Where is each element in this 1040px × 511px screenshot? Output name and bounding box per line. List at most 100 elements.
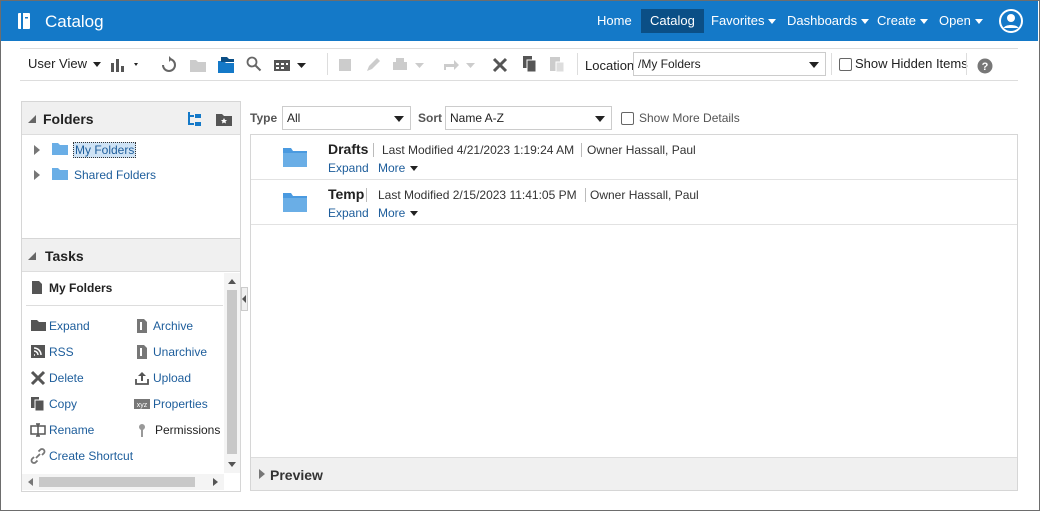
tree-item-shared-folders[interactable]: Shared Folders — [74, 168, 156, 182]
delete-icon[interactable] — [491, 56, 509, 74]
scroll-thumb[interactable] — [39, 477, 195, 487]
type-label: Type — [250, 111, 278, 125]
task-label: Create Shortcut — [49, 449, 134, 463]
collapse-icon[interactable] — [28, 252, 36, 260]
chevron-down-icon — [809, 62, 819, 68]
document-icon — [32, 281, 42, 294]
toolbar-separator — [327, 53, 328, 75]
folder-icon — [52, 143, 68, 155]
expand-link[interactable]: Expand — [328, 206, 369, 220]
collapse-left-icon[interactable] — [242, 295, 246, 303]
panel-splitter[interactable] — [241, 287, 248, 311]
folder-icon[interactable] — [282, 191, 308, 213]
item-owner: Owner Hassall, Paul — [590, 188, 699, 202]
type-select[interactable]: All — [282, 106, 411, 130]
expand-link[interactable]: Expand — [328, 161, 369, 175]
folder-tree-icon[interactable] — [187, 111, 203, 127]
tasks-panel-title: Tasks — [45, 248, 84, 264]
task-label: Copy — [49, 397, 78, 411]
list-item: Drafts Last Modified 4/21/2023 1:19:24 AM… — [251, 135, 1017, 180]
share-icon — [444, 60, 475, 70]
app-title: Catalog — [45, 12, 104, 31]
help-icon[interactable]: ? — [977, 58, 993, 74]
location-value: /My Folders — [638, 57, 701, 71]
nav-open-label: Open — [939, 13, 971, 28]
view-options-icon[interactable] — [273, 57, 307, 73]
collapse-icon[interactable] — [28, 115, 36, 123]
chevron-down-icon — [93, 62, 102, 68]
print-icon — [393, 58, 424, 70]
expand-arrow-icon[interactable] — [34, 145, 40, 155]
divider — [366, 188, 367, 202]
task-label: Expand — [49, 319, 90, 333]
new-item-icon[interactable] — [110, 57, 140, 73]
nav-favorites[interactable]: Favorites — [711, 13, 777, 28]
scroll-up-icon[interactable] — [228, 279, 236, 284]
new-folder-icon[interactable] — [215, 112, 233, 127]
scroll-thumb[interactable] — [227, 290, 237, 454]
more-menu[interactable]: More — [378, 206, 419, 220]
refresh-icon[interactable] — [160, 56, 178, 74]
show-more-details-checkbox[interactable] — [621, 112, 634, 125]
folder-icon[interactable] — [282, 146, 308, 168]
owner-label: Owner — [590, 188, 626, 202]
preview-bar[interactable]: Preview — [251, 457, 1017, 490]
scroll-left-icon[interactable] — [28, 478, 33, 486]
modified-label: Last Modified — [378, 188, 450, 202]
svg-text:?: ? — [982, 61, 989, 73]
scroll-right-icon[interactable] — [213, 478, 218, 486]
unarchive-icon — [137, 345, 147, 359]
chevron-down-icon — [394, 116, 404, 122]
divider — [26, 305, 223, 306]
task-label: Properties — [153, 397, 208, 411]
item-name[interactable]: Temp — [328, 186, 364, 202]
type-value: All — [287, 111, 301, 125]
folders-icon[interactable] — [217, 56, 235, 74]
chevron-down-icon — [768, 19, 777, 25]
show-hidden-checkbox[interactable] — [839, 58, 852, 71]
more-menu[interactable]: More — [378, 161, 419, 175]
toolbar-separator — [966, 53, 967, 75]
more-label: More — [378, 206, 406, 220]
scroll-down-icon[interactable] — [228, 462, 236, 467]
item-modified: Last Modified 4/21/2023 1:19:24 AM — [382, 143, 574, 157]
toolbar-separator — [831, 53, 832, 75]
copy-icon — [31, 397, 45, 412]
item-name[interactable]: Drafts — [328, 141, 368, 157]
app-header: Catalog Home Catalog Favorites Dashboard… — [1, 1, 1038, 41]
user-avatar-icon[interactable] — [999, 9, 1023, 33]
task-label: Upload — [153, 371, 192, 385]
nav-home[interactable]: Home — [597, 13, 632, 28]
divider — [585, 188, 586, 202]
list-item: Temp Last Modified 2/15/2023 11:41:05 PM O… — [251, 180, 1017, 225]
tree-item-my-folders[interactable]: My Folders — [73, 142, 137, 158]
sort-select[interactable]: Name A-Z — [445, 106, 612, 130]
nav-catalog[interactable]: Catalog — [641, 9, 704, 33]
rename-icon — [30, 423, 46, 437]
chevron-down-icon — [410, 166, 419, 172]
nav-open[interactable]: Open — [939, 13, 983, 28]
nav-dashboards[interactable]: Dashboards — [787, 13, 870, 28]
location-select[interactable]: /My Folders — [633, 52, 826, 76]
user-view-menu[interactable]: User View — [28, 56, 102, 71]
chevron-down-icon — [410, 211, 419, 217]
item-modified: Last Modified 2/15/2023 11:41:05 PM — [378, 188, 577, 202]
vertical-scrollbar[interactable] — [224, 273, 240, 473]
owner-value: Hassall, Paul — [625, 143, 696, 157]
copy-icon[interactable] — [521, 55, 539, 73]
user-view-label: User View — [28, 56, 88, 71]
edit-icon — [367, 58, 380, 71]
horizontal-scrollbar[interactable] — [22, 474, 224, 490]
task-label: Permissions — [155, 423, 221, 437]
task-label: Archive — [153, 319, 194, 333]
folder-icon — [31, 320, 46, 331]
nav-create[interactable]: Create — [877, 13, 929, 28]
expand-arrow-icon[interactable] — [34, 170, 40, 180]
search-icon[interactable] — [246, 56, 262, 72]
sort-label: Sort — [418, 111, 442, 125]
svg-text:xyz: xyz — [137, 402, 148, 409]
task-label: Delete — [49, 371, 84, 385]
more-label: More — [378, 161, 406, 175]
item-owner: Owner Hassall, Paul — [587, 143, 696, 157]
expand-arrow-icon[interactable] — [259, 469, 265, 479]
